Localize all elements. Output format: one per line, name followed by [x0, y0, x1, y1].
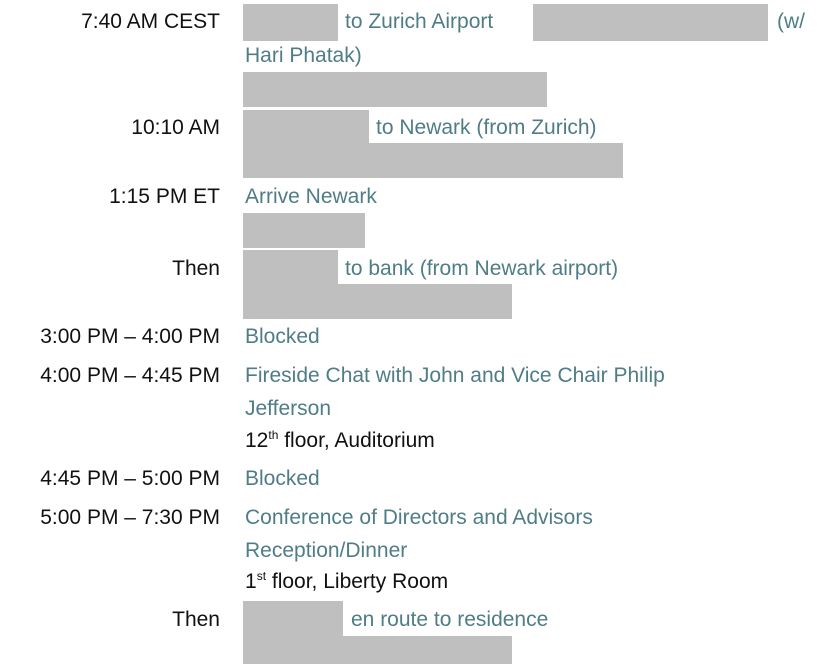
- event-text: Blocked: [245, 467, 320, 490]
- time-cell: 1:15 PM ET: [109, 185, 220, 208]
- location-text: 12th floor, Auditorium: [245, 428, 435, 452]
- event-text: Conference of Directors and Advisors: [245, 506, 593, 529]
- time-cell: Then: [172, 608, 220, 631]
- redaction-block: [243, 250, 338, 284]
- event-text: en route to residence: [351, 608, 549, 631]
- redaction-block: [243, 284, 512, 319]
- redaction-block: [243, 213, 365, 248]
- time-cell: 7:40 AM CEST: [81, 10, 220, 33]
- event-text: to Newark (from Zurich): [376, 116, 597, 139]
- redaction-block: [243, 636, 512, 664]
- time-cell: 4:45 PM – 5:00 PM: [40, 467, 220, 490]
- event-text: Hari Phatak): [245, 44, 362, 67]
- event-text: Reception/Dinner: [245, 539, 408, 562]
- redaction-block: [243, 110, 369, 143]
- time-cell: 10:10 AM: [131, 116, 220, 139]
- time-cell: 4:00 PM – 4:45 PM: [40, 364, 220, 387]
- event-text: Fireside Chat with John and Vice Chair P…: [245, 364, 665, 387]
- schedule-document: { "colors": { "event_text": "#4f7d87", "…: [0, 0, 817, 664]
- redaction-block: [243, 601, 343, 636]
- redaction-block: [243, 143, 623, 178]
- event-text: Blocked: [245, 325, 320, 348]
- redaction-block: [243, 4, 338, 41]
- time-cell: 5:00 PM – 7:30 PM: [40, 506, 220, 529]
- location-text: 1st floor, Liberty Room: [245, 569, 449, 593]
- redaction-block: [533, 4, 768, 41]
- event-text: Jefferson: [245, 397, 331, 420]
- time-cell: 3:00 PM – 4:00 PM: [40, 325, 220, 348]
- event-text: to bank (from Newark airport): [345, 257, 619, 280]
- event-text: (w/: [777, 10, 805, 33]
- event-text: to Zurich Airport: [345, 10, 494, 33]
- event-text: Arrive Newark: [245, 185, 377, 208]
- time-cell: Then: [172, 257, 220, 280]
- redaction-block: [243, 72, 547, 107]
